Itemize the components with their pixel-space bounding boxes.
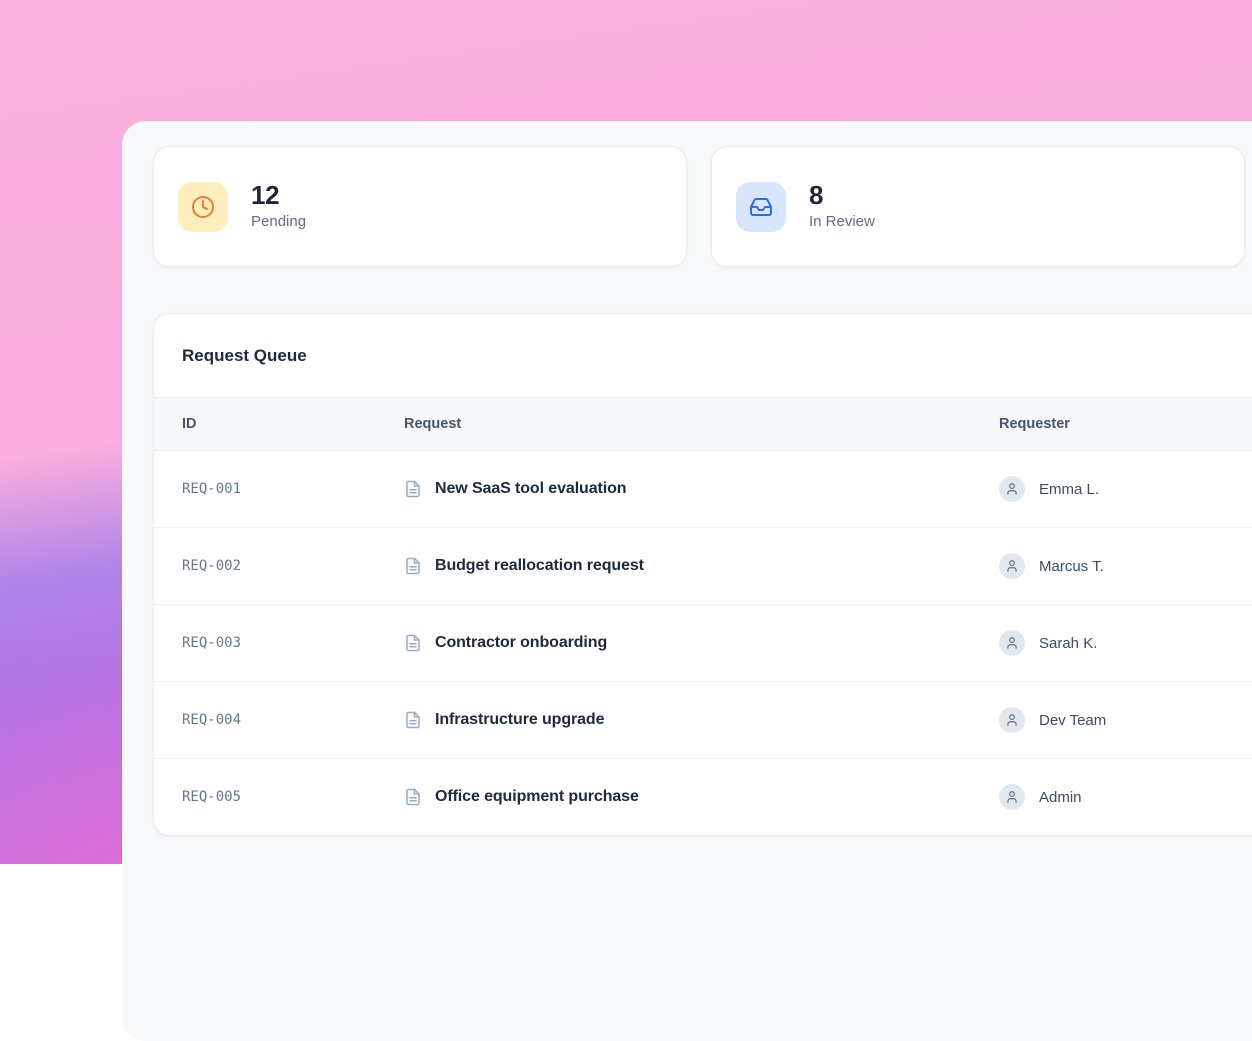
inbox-icon: [736, 182, 786, 232]
requester-name: Marcus T.: [1039, 558, 1104, 575]
avatar: [999, 630, 1025, 656]
table-header-row: ID Request Requester: [154, 398, 1252, 451]
table-row[interactable]: REQ-004 Infrastructure upgrade: [154, 682, 1252, 759]
column-header-requester: Requester: [999, 398, 1252, 451]
avatar: [999, 784, 1025, 810]
column-header-request: Request: [404, 398, 999, 451]
request-queue-table: ID Request Requester REQ-001 New SaaS: [154, 397, 1252, 835]
request-title: Contractor onboarding: [435, 634, 607, 652]
file-text-icon: [404, 788, 422, 806]
table-row[interactable]: REQ-001 New SaaS tool evaluation: [154, 451, 1252, 528]
stat-value: 8: [809, 180, 875, 210]
table-row[interactable]: REQ-002 Budget reallocation request: [154, 528, 1252, 605]
request-title: New SaaS tool evaluation: [435, 480, 626, 498]
stats-row: 12 Pending 8 In Review: [153, 146, 1252, 267]
table-row[interactable]: REQ-003 Contractor onboarding: [154, 605, 1252, 682]
request-id: REQ-005: [154, 759, 404, 836]
avatar: [999, 707, 1025, 733]
request-title: Office equipment purchase: [435, 788, 639, 806]
stat-text: 12 Pending: [251, 180, 306, 233]
stat-card-in-review: 8 In Review: [711, 146, 1245, 267]
table-row[interactable]: REQ-005 Office equipment purchase: [154, 759, 1252, 836]
request-id: REQ-004: [154, 682, 404, 759]
file-text-icon: [404, 557, 422, 575]
request-title: Budget reallocation request: [435, 557, 644, 575]
stat-value: 12: [251, 180, 306, 210]
request-title: Infrastructure upgrade: [435, 711, 604, 729]
file-text-icon: [404, 480, 422, 498]
stat-text: 8 In Review: [809, 180, 875, 233]
requester-name: Dev Team: [1039, 712, 1106, 729]
avatar: [999, 476, 1025, 502]
column-header-id: ID: [154, 398, 404, 451]
stat-label: In Review: [809, 211, 875, 233]
requester-name: Emma L.: [1039, 481, 1099, 498]
file-text-icon: [404, 711, 422, 729]
stat-card-pending: 12 Pending: [153, 146, 687, 267]
request-queue-title: Request Queue: [154, 314, 1252, 397]
stat-label: Pending: [251, 211, 306, 233]
content-panel: 12 Pending 8 In Review Request Queue: [122, 121, 1252, 1041]
file-text-icon: [404, 634, 422, 652]
requester-name: Sarah K.: [1039, 635, 1097, 652]
avatar: [999, 553, 1025, 579]
request-id: REQ-003: [154, 605, 404, 682]
clock-icon: [178, 182, 228, 232]
requester-name: Admin: [1039, 789, 1082, 806]
request-id: REQ-002: [154, 528, 404, 605]
request-id: REQ-001: [154, 451, 404, 528]
request-queue-card: Request Queue ID Request Requester REQ-0…: [153, 313, 1252, 836]
